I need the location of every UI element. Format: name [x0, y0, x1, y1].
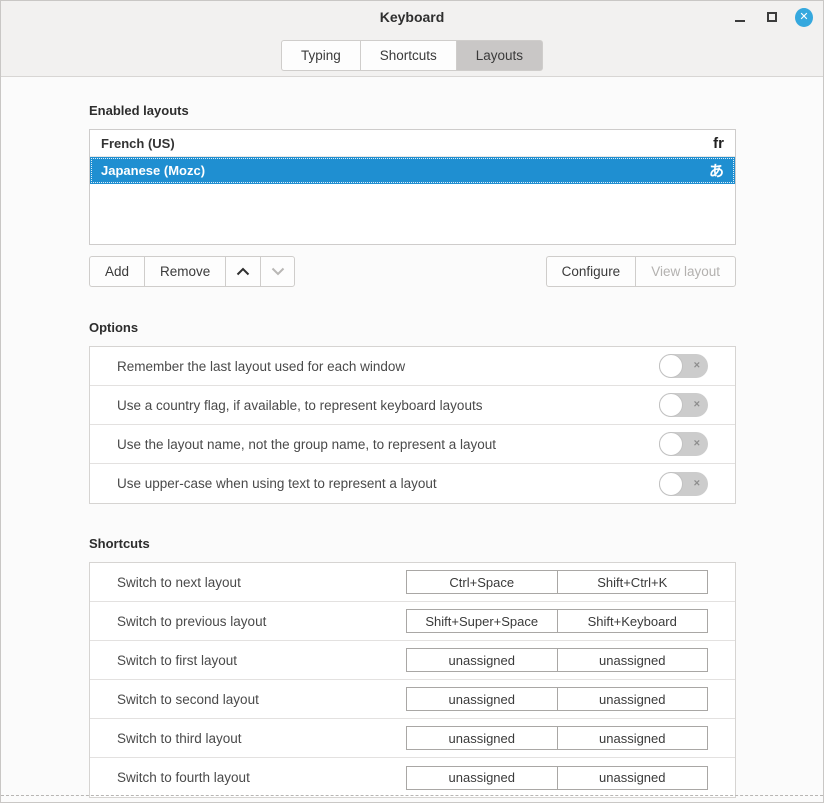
option-row-country-flag: Use a country flag, if available, to rep…	[90, 386, 735, 425]
tab-bar: Typing Shortcuts Layouts	[1, 40, 823, 71]
keybinding-button[interactable]: unassigned	[558, 727, 708, 749]
option-label: Use upper-case when using text to repres…	[117, 476, 437, 491]
edit-button-group: Add Remove	[89, 256, 295, 287]
tab-typing[interactable]: Typing	[281, 40, 360, 71]
layout-name: Japanese (Mozc)	[101, 163, 205, 178]
keybinding-group: unassigned unassigned	[406, 766, 708, 790]
tab-layouts[interactable]: Layouts	[456, 40, 543, 71]
shortcut-label: Switch to fourth layout	[117, 770, 250, 785]
shortcut-row-second-layout: Switch to second layout unassigned unass…	[90, 680, 735, 719]
window-controls: ✕	[731, 1, 813, 33]
option-row-upper-case: Use upper-case when using text to repres…	[90, 464, 735, 503]
minimize-icon	[735, 20, 745, 22]
option-label: Remember the last layout used for each w…	[117, 359, 405, 374]
toggle-layout-name[interactable]: ×	[659, 432, 708, 456]
shortcut-row-third-layout: Switch to third layout unassigned unassi…	[90, 719, 735, 758]
shortcut-label: Switch to previous layout	[117, 614, 266, 629]
configure-button-group: Configure View layout	[546, 256, 736, 287]
close-icon: ✕	[795, 8, 813, 27]
maximize-button[interactable]	[763, 8, 781, 26]
options-heading: Options	[89, 320, 736, 335]
shortcut-label: Switch to second layout	[117, 692, 259, 707]
options-panel: Remember the last layout used for each w…	[89, 346, 736, 504]
maximize-icon	[767, 12, 777, 22]
chevron-down-icon	[271, 267, 285, 276]
layout-name: French (US)	[101, 136, 175, 151]
shortcuts-panel: Switch to next layout Ctrl+Space Shift+C…	[89, 562, 736, 798]
chevron-up-icon	[236, 267, 250, 276]
shortcut-row-fourth-layout: Switch to fourth layout unassigned unass…	[90, 758, 735, 797]
toggle-off-mark: ×	[694, 400, 700, 411]
toggle-off-mark: ×	[694, 361, 700, 372]
keybinding-button[interactable]: Shift+Ctrl+K	[558, 571, 708, 593]
keybinding-button[interactable]: unassigned	[407, 688, 558, 710]
shortcut-label: Switch to first layout	[117, 653, 237, 668]
keybinding-group: unassigned unassigned	[406, 687, 708, 711]
bottom-resize-indicator	[1, 795, 823, 796]
toggle-country-flag[interactable]: ×	[659, 393, 708, 417]
keybinding-button[interactable]: Ctrl+Space	[407, 571, 558, 593]
keybinding-button[interactable]: Shift+Keyboard	[558, 610, 708, 632]
keybinding-group: Ctrl+Space Shift+Ctrl+K	[406, 570, 708, 594]
keybinding-group: Shift+Super+Space Shift+Keyboard	[406, 609, 708, 633]
toggle-knob	[659, 472, 683, 496]
toggle-knob	[659, 432, 683, 456]
shortcut-row-previous-layout: Switch to previous layout Shift+Super+Sp…	[90, 602, 735, 641]
add-button[interactable]: Add	[89, 256, 144, 287]
keybinding-button[interactable]: unassigned	[558, 649, 708, 671]
minimize-button[interactable]	[731, 8, 749, 26]
move-down-button[interactable]	[260, 256, 295, 287]
move-up-button[interactable]	[225, 256, 260, 287]
keybinding-group: unassigned unassigned	[406, 648, 708, 672]
close-button[interactable]: ✕	[795, 8, 813, 26]
layout-indicator: あ	[709, 160, 724, 181]
keybinding-button[interactable]: unassigned	[407, 649, 558, 671]
view-layout-button[interactable]: View layout	[635, 256, 736, 287]
layout-indicator: fr	[713, 135, 724, 152]
keybinding-button[interactable]: unassigned	[558, 688, 708, 710]
option-label: Use a country flag, if available, to rep…	[117, 398, 482, 413]
keybinding-group: unassigned unassigned	[406, 726, 708, 750]
toggle-off-mark: ×	[694, 478, 700, 489]
toggle-off-mark: ×	[694, 439, 700, 450]
remove-button[interactable]: Remove	[144, 256, 225, 287]
layout-list-buttons: Add Remove Configure View layout	[89, 256, 736, 287]
option-label: Use the layout name, not the group name,…	[117, 437, 496, 452]
layout-row-french[interactable]: French (US) fr	[90, 130, 735, 157]
layouts-page: Enabled layouts French (US) fr Japanese …	[1, 103, 823, 798]
keybinding-button[interactable]: unassigned	[407, 727, 558, 749]
shortcuts-heading: Shortcuts	[89, 536, 736, 551]
toggle-knob	[659, 393, 683, 417]
shortcut-label: Switch to third layout	[117, 731, 242, 746]
shortcut-row-first-layout: Switch to first layout unassigned unassi…	[90, 641, 735, 680]
tab-shortcuts[interactable]: Shortcuts	[360, 40, 456, 71]
window-header: Keyboard ✕ Typing Shortcuts Layouts	[1, 1, 823, 77]
toggle-knob	[659, 354, 683, 378]
window-title: Keyboard	[380, 9, 445, 25]
keybinding-button[interactable]: unassigned	[407, 767, 558, 789]
shortcut-label: Switch to next layout	[117, 575, 241, 590]
keyboard-settings-window: { "window": { "title": "Keyboard" }, "ic…	[0, 0, 824, 803]
keybinding-button[interactable]: Shift+Super+Space	[407, 610, 558, 632]
layout-row-japanese[interactable]: Japanese (Mozc) あ	[90, 157, 735, 184]
option-row-layout-name: Use the layout name, not the group name,…	[90, 425, 735, 464]
configure-button[interactable]: Configure	[546, 256, 636, 287]
shortcut-row-next-layout: Switch to next layout Ctrl+Space Shift+C…	[90, 563, 735, 602]
enabled-layouts-heading: Enabled layouts	[89, 103, 736, 118]
keybinding-button[interactable]: unassigned	[558, 767, 708, 789]
toggle-remember-layout[interactable]: ×	[659, 354, 708, 378]
toggle-upper-case[interactable]: ×	[659, 472, 708, 496]
enabled-layouts-list: French (US) fr Japanese (Mozc) あ	[89, 129, 736, 245]
option-row-remember-layout: Remember the last layout used for each w…	[90, 347, 735, 386]
titlebar[interactable]: Keyboard ✕	[1, 1, 823, 33]
